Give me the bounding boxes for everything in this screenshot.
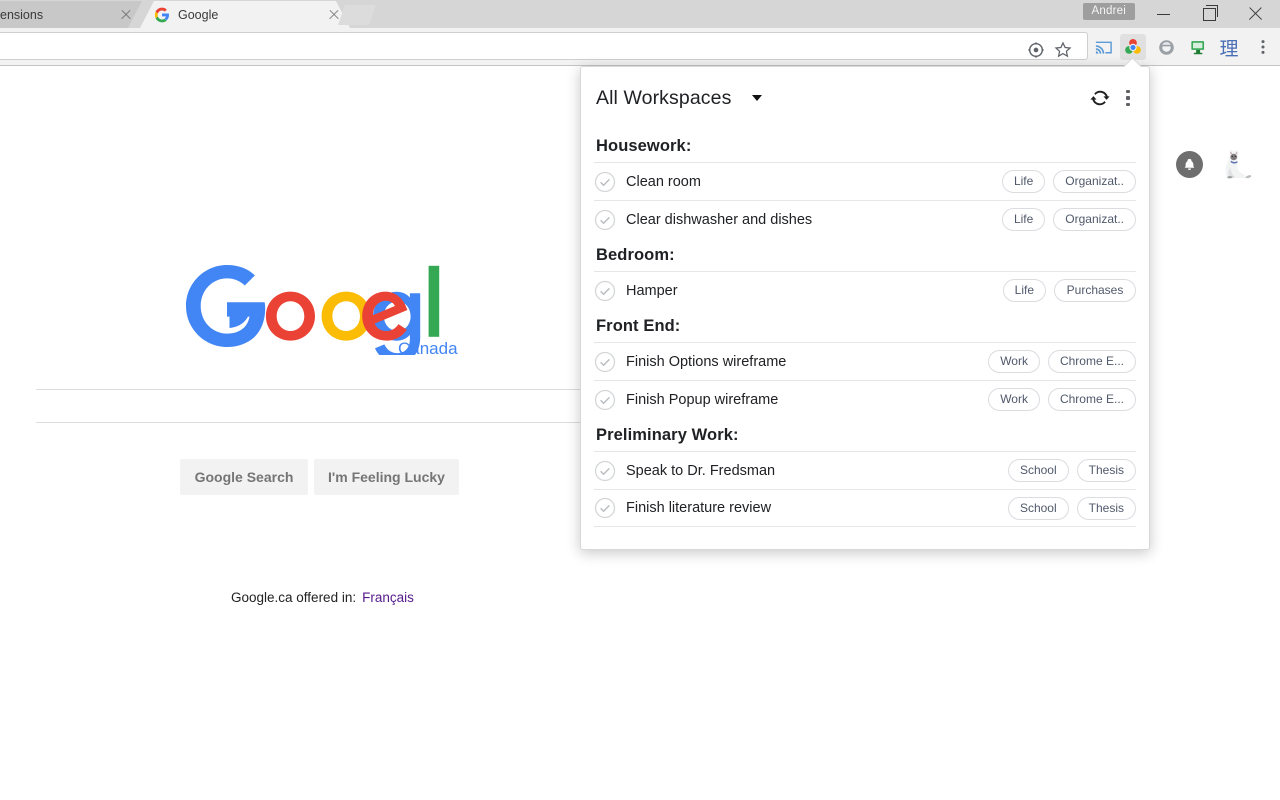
- tag-chip[interactable]: Chrome E...: [1047, 350, 1136, 373]
- browser-toolbar: 理: [0, 28, 1280, 66]
- tag-chip[interactable]: Thesis: [1076, 459, 1136, 482]
- cat-avatar[interactable]: [1219, 147, 1253, 183]
- tag-chip[interactable]: Work: [988, 388, 1040, 411]
- feeling-lucky-button[interactable]: I'm Feeling Lucky: [314, 459, 459, 495]
- task-checkbox-icon[interactable]: [594, 389, 616, 411]
- page-info-icon[interactable]: [1027, 41, 1047, 61]
- tab-close-icon[interactable]: [326, 7, 342, 23]
- task-row[interactable]: Finish Options wireframe Work Chrome E..…: [594, 342, 1136, 380]
- workspaces-extension-icon[interactable]: [1120, 34, 1146, 60]
- tag-chip[interactable]: Life: [1001, 170, 1046, 193]
- cast-icon[interactable]: [1090, 34, 1116, 60]
- minimize-button[interactable]: [1141, 0, 1186, 28]
- task-tags: Life Purchases: [1002, 279, 1136, 302]
- offered-in-text: Google.ca offered in: Français: [231, 590, 414, 605]
- task-row[interactable]: Finish literature review School Thesis: [594, 489, 1136, 527]
- task-checkbox-icon[interactable]: [594, 171, 616, 193]
- popup-title: All Workspaces: [596, 86, 732, 109]
- tag-chip[interactable]: Life: [1001, 208, 1046, 231]
- task-tags: School Thesis: [1007, 459, 1136, 482]
- bell-icon[interactable]: [1176, 151, 1203, 178]
- workspace-section-front-end: Front End: Finish Options wireframe Work…: [594, 309, 1136, 418]
- popup-pointer-arrow: [1124, 58, 1142, 68]
- task-checkbox-icon[interactable]: [594, 460, 616, 482]
- tag-chip[interactable]: Purchases: [1054, 279, 1136, 302]
- section-heading: Housework:: [596, 137, 692, 155]
- task-row[interactable]: Finish Popup wireframe Work Chrome E...: [594, 380, 1136, 418]
- section-heading: Preliminary Work:: [596, 426, 739, 444]
- language-link-francais[interactable]: Français: [362, 590, 414, 605]
- address-bar[interactable]: [0, 32, 1088, 60]
- task-checkbox-icon[interactable]: [594, 351, 616, 373]
- chrome-menu-icon[interactable]: [1250, 34, 1276, 60]
- chevron-down-icon[interactable]: [752, 95, 763, 101]
- tag-chip[interactable]: Organizat..: [1053, 170, 1136, 193]
- task-label: Hamper: [626, 282, 678, 299]
- extension-monitor-icon[interactable]: [1185, 34, 1211, 60]
- task-label: Finish literature review: [626, 500, 772, 516]
- translate-icon[interactable]: 理: [1216, 34, 1242, 60]
- task-label: Clean room: [626, 173, 701, 190]
- tag-chip[interactable]: Chrome E...: [1047, 388, 1136, 411]
- user-name-chip[interactable]: Andrei: [1082, 3, 1135, 20]
- close-button[interactable]: [1233, 0, 1278, 28]
- offered-in-label: Google.ca offered in:: [231, 590, 357, 605]
- tag-chip[interactable]: Thesis: [1076, 496, 1136, 520]
- extension-gray-icon[interactable]: [1153, 34, 1179, 60]
- task-label: Finish Options wireframe: [626, 353, 787, 370]
- task-row[interactable]: Hamper Life Purchases: [594, 271, 1136, 309]
- task-row[interactable]: Clean room Life Organizat..: [594, 162, 1136, 200]
- maximize-button[interactable]: [1187, 0, 1232, 28]
- bookmark-star-icon[interactable]: [1054, 41, 1074, 61]
- task-checkbox-icon[interactable]: [594, 497, 616, 519]
- workspace-section-preliminary-work: Preliminary Work: Speak to Dr. Fredsman …: [594, 418, 1136, 527]
- kebab-menu-icon[interactable]: [1119, 85, 1137, 111]
- tag-chip[interactable]: Life: [1002, 279, 1046, 302]
- refresh-icon[interactable]: [1087, 85, 1113, 111]
- task-row[interactable]: Speak to Dr. Fredsman School Thesis: [594, 451, 1136, 489]
- tag-chip[interactable]: School: [1007, 496, 1069, 520]
- workspaces-popup: All Workspaces Housework: Clean room Lif…: [580, 66, 1150, 550]
- task-tags: Life Organizat..: [1001, 208, 1136, 231]
- workspace-section-housework: Housework: Clean room Life Organizat.. C…: [594, 129, 1136, 238]
- task-row[interactable]: Clear dishwasher and dishes Life Organiz…: [594, 200, 1136, 238]
- task-label: Speak to Dr. Fredsman: [626, 462, 776, 479]
- google-favicon-icon: [154, 7, 170, 23]
- tab-title: Google: [178, 7, 219, 22]
- workspaces-list: Housework: Clean room Life Organizat.. C…: [581, 129, 1149, 527]
- task-checkbox-icon[interactable]: [594, 280, 616, 302]
- tab-google[interactable]: Google: [140, 1, 350, 28]
- task-tags: Work Chrome E...: [988, 388, 1136, 411]
- popup-header: All Workspaces: [581, 67, 1149, 129]
- task-label: Finish Popup wireframe: [626, 391, 779, 408]
- task-tags: School Thesis: [1007, 496, 1136, 520]
- section-heading: Front End:: [596, 317, 681, 335]
- tag-chip[interactable]: School: [1007, 459, 1069, 482]
- translate-glyph: 理: [1219, 38, 1239, 60]
- title-bar: ensions Google Andrei: [0, 0, 1280, 28]
- tab-close-icon[interactable]: [118, 7, 134, 23]
- browser-window: ensions Google Andrei 理 Canada Google Se…: [0, 0, 1280, 800]
- section-heading: Bedroom:: [596, 246, 675, 264]
- tag-chip[interactable]: Organizat..: [1053, 208, 1136, 231]
- task-tags: Life Organizat..: [1001, 170, 1136, 193]
- task-label: Clear dishwasher and dishes: [626, 211, 813, 228]
- google-country-label: Canada: [398, 339, 458, 358]
- task-tags: Work Chrome E...: [988, 350, 1136, 373]
- workspace-section-bedroom: Bedroom: Hamper Life Purchases: [594, 238, 1136, 309]
- tab-extensions[interactable]: ensions: [0, 1, 142, 28]
- google-search-button[interactable]: Google Search: [180, 459, 308, 495]
- tab-title: ensions: [0, 7, 44, 22]
- tag-chip[interactable]: Work: [988, 350, 1040, 373]
- task-checkbox-icon[interactable]: [594, 209, 616, 231]
